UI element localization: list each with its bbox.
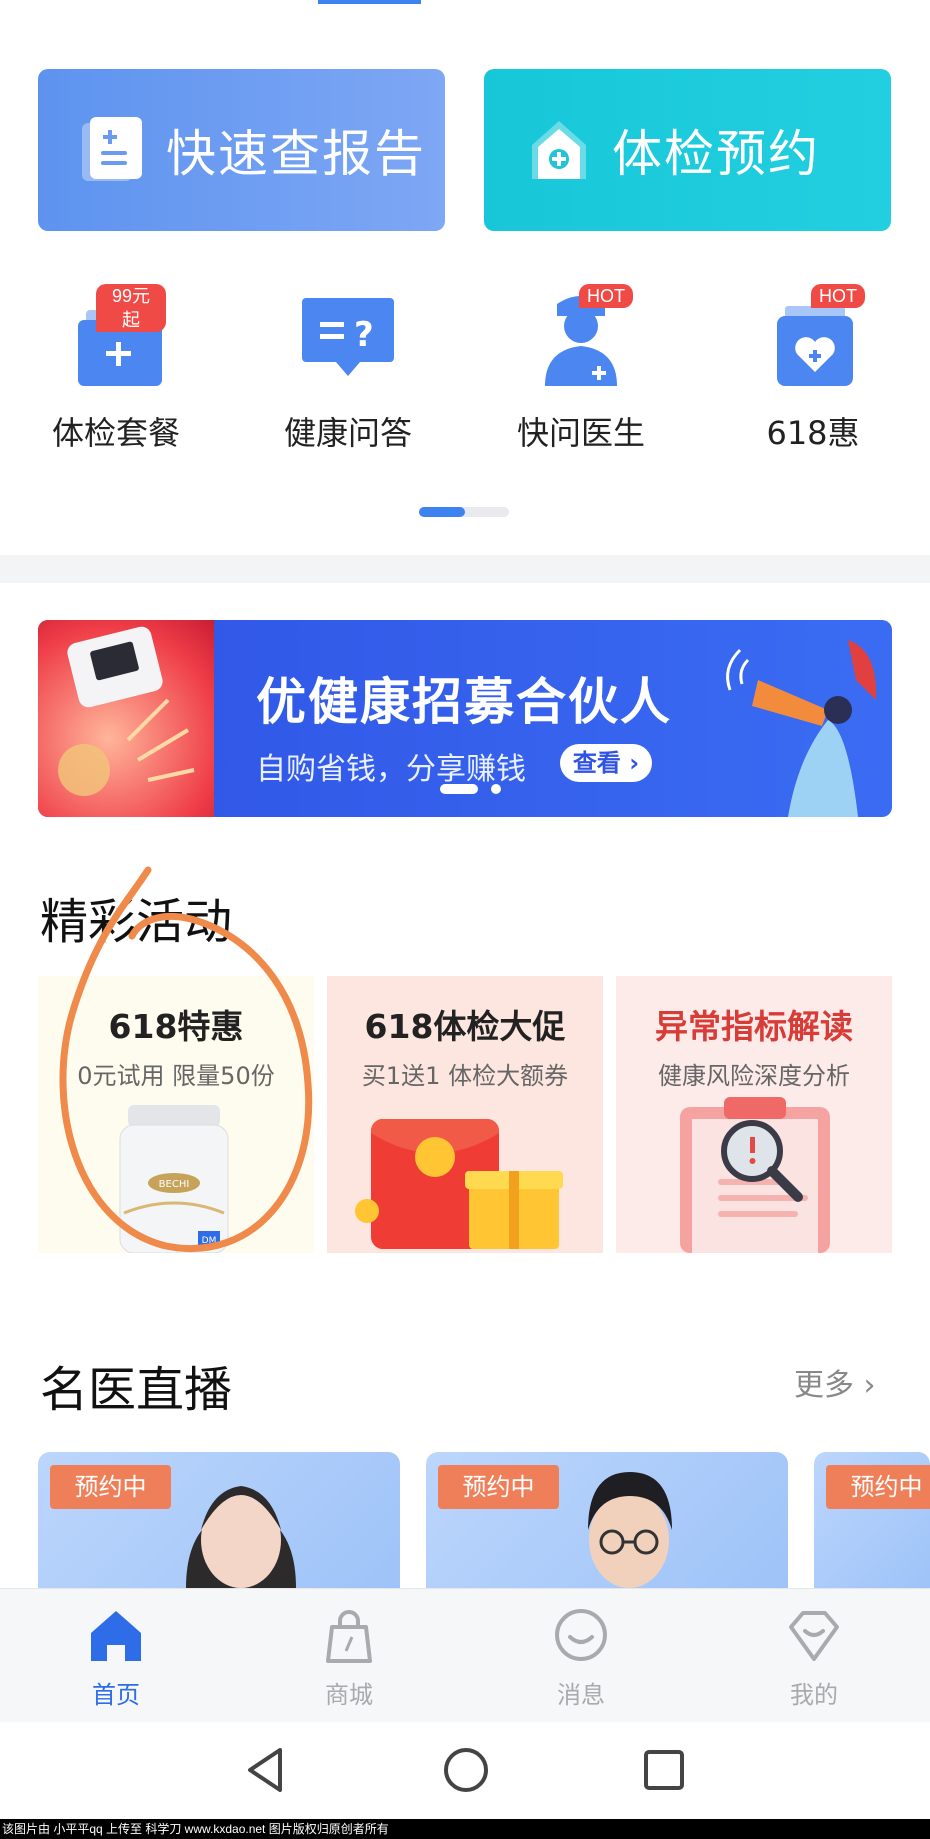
activity-card-618-exam-promo[interactable]: 618体检大促 买1送1 体检大额券 [327, 976, 603, 1253]
banner-view-label: 查看 [572, 749, 621, 777]
activity-card-abnormal-indicator[interactable]: 异常指标解读 健康风险深度分析 [616, 976, 892, 1253]
annotation-circle [59, 866, 313, 1252]
hot-badge: HOT [811, 284, 865, 308]
exam-booking-label: 体检预约 [612, 125, 820, 183]
card-title: 618体检大促 [364, 1007, 566, 1046]
chevron-right-icon: › [863, 1368, 876, 1403]
live-card[interactable]: 预约中 [426, 1452, 788, 1588]
menu-item-618-deal[interactable]: HOT 618惠 [697, 280, 929, 460]
tab-mall[interactable]: 商城 [269, 1607, 429, 1717]
tab-label: 我的 [790, 1681, 838, 1709]
recents-icon[interactable] [634, 1740, 694, 1800]
more-link[interactable]: 更多 › [794, 1360, 876, 1404]
red-envelope-gift-image [355, 1119, 563, 1249]
quick-report-button[interactable]: 快速查报告 [38, 69, 445, 231]
doctor-portrait-male [588, 1472, 672, 1588]
tab-label: 首页 [92, 1681, 140, 1709]
doctor-portrait-female [186, 1486, 296, 1588]
megaphone-illustration [726, 640, 877, 817]
live-card[interactable]: 预约中 [38, 1452, 400, 1588]
menu-item-label: 健康问答 [283, 414, 412, 452]
menu-item-exam-package[interactable]: 99元起 体检套餐 [0, 280, 232, 460]
clinic-icon [532, 121, 586, 179]
profile-icon [789, 1611, 839, 1661]
menu-item-label: 体检套餐 [51, 414, 180, 452]
shopping-bag-icon [326, 1610, 372, 1663]
tab-home[interactable]: 首页 [36, 1607, 196, 1717]
tab-messages[interactable]: 消息 [501, 1607, 661, 1717]
live-title-text: 名医直播 [40, 1362, 233, 1418]
tab-label: 消息 [557, 1681, 605, 1709]
banner-slide-indicator [440, 784, 501, 794]
reservation-tag: 预约中 [826, 1465, 930, 1509]
svg-text:?: ? [354, 315, 374, 355]
back-icon[interactable] [236, 1740, 296, 1800]
menu-item-health-qa[interactable]: ? 健康问答 [232, 280, 464, 460]
promo-image [38, 620, 214, 817]
section-divider [0, 555, 930, 583]
menu-item-label: 快问医生 [516, 414, 645, 452]
banner-title: 优健康招募合伙人 [256, 673, 672, 731]
reservation-tag: 预约中 [50, 1465, 171, 1509]
exam-booking-button[interactable]: 体检预约 [484, 69, 891, 231]
report-icon [82, 117, 142, 181]
live-card[interactable]: 预约中 [814, 1452, 930, 1588]
clipboard-magnifier-image [680, 1097, 830, 1253]
price-badge: 99元起 [96, 284, 166, 332]
active-page-dot [419, 507, 465, 517]
live-section-title: 名医直播 [40, 1350, 232, 1420]
promo-banner[interactable]: 优健康招募合伙人 自购省钱，分享赚钱 查看 › [38, 620, 892, 817]
tab-label: 商城 [325, 1681, 373, 1709]
bottom-tab-bar: 首页 商城 消息 我的 [0, 1588, 930, 1722]
tab-profile[interactable]: 我的 [734, 1607, 894, 1717]
system-nav-bar [0, 1722, 930, 1819]
reservation-tag: 预约中 [438, 1465, 559, 1509]
quick-report-label: 快速查报告 [166, 125, 426, 183]
chevron-right-icon: › [629, 749, 640, 777]
card-title: 异常指标解读 [655, 1007, 853, 1046]
top-tab-indicator [318, 0, 421, 4]
banner-view-button[interactable]: 查看 › [560, 744, 652, 782]
message-icon [555, 1609, 607, 1661]
hot-badge: HOT [579, 284, 633, 308]
menu-item-ask-doctor[interactable]: HOT 快问医生 [465, 280, 697, 460]
menu-item-label: 618惠 [766, 414, 860, 452]
menu-page-indicator [419, 507, 509, 517]
watermark-credit: 该图片由 小平平qq 上传至 科学刀 www.kxdao.net 图片版权归原创… [0, 1819, 930, 1839]
qa-icon: ? [302, 298, 394, 376]
home-nav-icon[interactable] [436, 1740, 496, 1800]
home-icon [91, 1611, 141, 1661]
more-label: 更多 [794, 1368, 854, 1403]
